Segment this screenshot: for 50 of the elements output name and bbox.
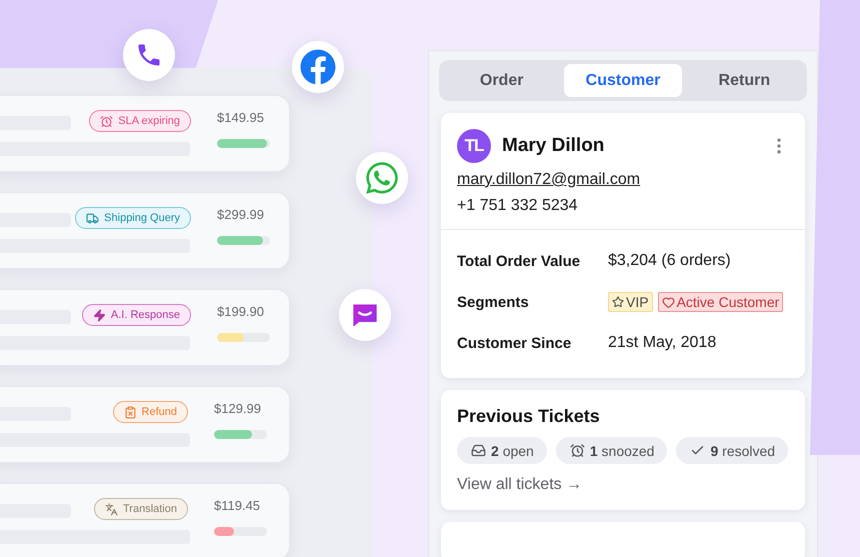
ticket-count-chip[interactable]: 9 resolved: [676, 437, 788, 464]
lightning-icon: [92, 308, 106, 322]
ticket-price: $119.45: [214, 498, 262, 513]
tab[interactable]: Order: [443, 64, 560, 97]
ticket-card[interactable]: Shipping Query $299.99: [0, 192, 290, 269]
heart-icon: [662, 296, 675, 308]
ticket-count-chip[interactable]: 1 snoozed: [556, 437, 668, 464]
detail-value: 21st May, 2018: [608, 334, 718, 352]
detail-label: Segments: [457, 294, 530, 310]
ticket-card[interactable]: A.I. Response $199.90: [0, 289, 290, 366]
truck-icon: [86, 212, 100, 224]
section-title: Previous Tickets: [457, 406, 601, 427]
translate-icon: [104, 502, 118, 516]
channel-badge[interactable]: [292, 41, 344, 93]
tag-label: A.I. Response: [110, 309, 180, 321]
tab[interactable]: Return: [686, 64, 803, 97]
ticket-price: $299.99: [217, 207, 265, 222]
facebook-icon: [300, 49, 336, 85]
avatar: TL: [457, 129, 491, 163]
detail-label: Total Order Value: [457, 252, 582, 270]
star-icon: [612, 296, 624, 308]
detail-value: $3,204 (6 orders): [608, 252, 732, 270]
tag-label: Shipping Query: [104, 212, 180, 224]
ticket-count-chip[interactable]: 2 open: [457, 437, 547, 464]
detail-label: Customer Since: [457, 334, 572, 352]
tag-label: SLA expiring: [118, 115, 180, 127]
chip-label: 2 open: [491, 442, 534, 458]
segment-label: Active Customer: [676, 294, 780, 310]
ticket-price: $129.99: [214, 401, 262, 416]
tag-label: Translation: [122, 503, 177, 515]
clipboard-icon: [124, 406, 137, 418]
whatsapp-icon: [364, 160, 400, 196]
email-link[interactable]: mary.dillon72@gmail.com: [457, 171, 640, 189]
tab[interactable]: Customer: [564, 64, 682, 97]
chip-label: 9 resolved: [710, 442, 776, 458]
segment-label: VIP: [626, 294, 649, 310]
tag-label: Refund: [142, 406, 177, 418]
alarm-clock-icon: [570, 443, 585, 458]
ticket-card[interactable]: SLA expiring $149.95: [0, 95, 290, 172]
ticket-price: $149.95: [217, 110, 265, 125]
ticket-card[interactable]: Refund $129.99: [0, 386, 290, 463]
customer-name: Mary Dillon: [502, 135, 606, 157]
phone-number: +1 751 332 5234: [457, 197, 579, 215]
inbox-icon: [471, 443, 486, 458]
alarm-clock-icon: [100, 114, 114, 128]
view-all-link[interactable]: View all tickets →: [457, 476, 582, 494]
chip-label: 1 snoozed: [590, 442, 654, 458]
channel-badge[interactable]: [356, 152, 408, 204]
ticket-price: $199.90: [217, 304, 265, 319]
ticket-card[interactable]: Translation $119.45: [0, 483, 290, 557]
